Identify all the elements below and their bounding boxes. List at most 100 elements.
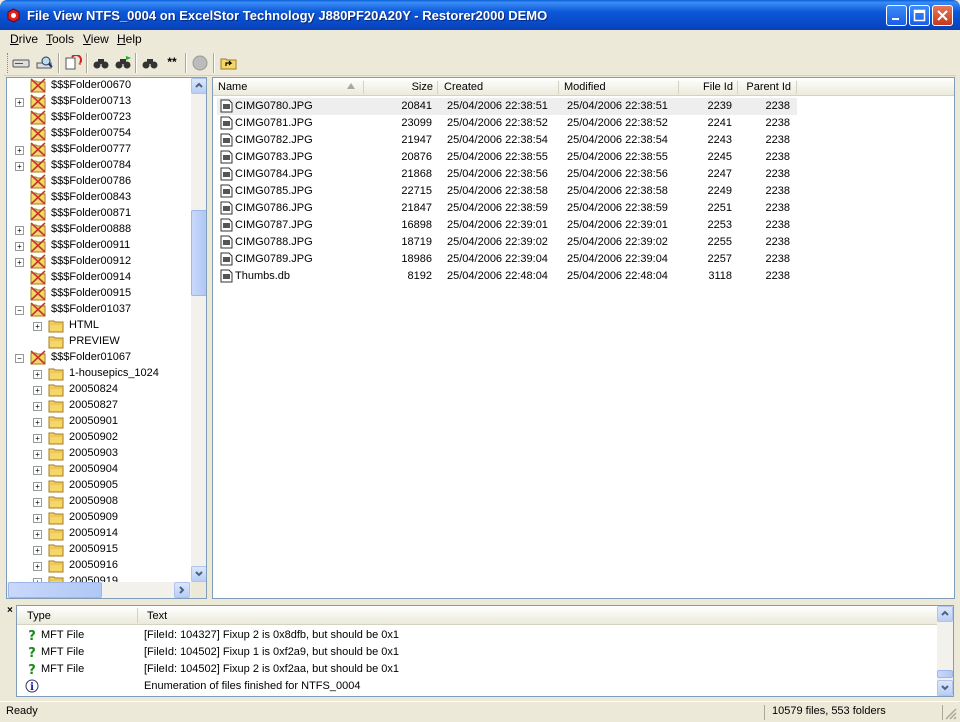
expand-icon[interactable]: + [33,322,42,331]
tree-item[interactable]: + HTML [7,318,191,334]
file-row[interactable]: CIMG0785.JPG 22715 25/04/2006 22:38:58 25/0… [217,183,797,200]
column-header-file-id[interactable]: File Id [693,81,733,93]
tree-hscroll-thumb[interactable] [8,582,102,598]
tree-item[interactable]: + $$$Folder00912 [7,254,191,270]
file-list[interactable]: Name Size Created Modified File Id Paren… [212,77,955,599]
tree-item[interactable]: − $$$Folder01037 [7,302,191,318]
expand-icon[interactable]: + [33,466,42,475]
log-vertical-scrollbar[interactable] [937,606,953,696]
tree-item[interactable]: $$$Folder00871 [7,206,191,222]
expand-icon[interactable]: + [33,498,42,507]
column-header-name[interactable]: Name [218,81,247,93]
tree-vertical-scrollbar[interactable] [191,78,206,582]
log-row[interactable]: ? MFT File [FileId: 104502] Fixup 1 is 0xf… [17,644,937,661]
expand-icon[interactable]: + [33,546,42,555]
tree-item[interactable]: $$$Folder00723 [7,110,191,126]
expand-icon[interactable]: + [33,434,42,443]
expand-icon[interactable]: + [33,514,42,523]
find-all-button[interactable] [139,53,161,73]
expand-icon[interactable]: + [33,370,42,379]
tree-item[interactable]: + $$$Folder00713 [7,94,191,110]
tree-scroll-right-button[interactable] [174,582,190,598]
file-row[interactable]: CIMG0786.JPG 21847 25/04/2006 22:38:59 25/0… [217,200,797,217]
expand-icon[interactable]: + [33,450,42,459]
expand-icon[interactable]: + [33,418,42,427]
log-list[interactable]: Type Text ? MFT File [FileId: 104327] Fixu… [16,605,954,697]
file-row[interactable]: CIMG0781.JPG 23099 25/04/2006 22:38:52 25/0… [217,115,797,132]
folder-tree[interactable]: $$$Folder00670 + $$$Folder00713 $$$Folder00… [6,77,207,599]
tree-item[interactable]: $$$Folder00754 [7,126,191,142]
tree-scroll-thumb[interactable] [191,210,206,296]
column-divider[interactable] [437,81,438,94]
find-next-button[interactable] [112,53,134,73]
menu-tools[interactable]: Tools [46,32,74,46]
tree-item[interactable]: + $$$Folder00911 [7,238,191,254]
minimize-button[interactable] [886,5,907,26]
column-divider[interactable] [137,608,138,623]
tree-item[interactable]: +20050915 [7,542,191,558]
file-row[interactable]: CIMG0783.JPG 20876 25/04/2006 22:38:55 25/0… [217,149,797,166]
tree-item[interactable]: +20050916 [7,558,191,574]
tree-item[interactable]: +20050914 [7,526,191,542]
file-row[interactable]: CIMG0789.JPG 18986 25/04/2006 22:39:04 25/0… [217,251,797,268]
column-header-created[interactable]: Created [444,81,483,93]
restore-button[interactable] [62,53,84,73]
file-row[interactable]: CIMG0784.JPG 21868 25/04/2006 22:38:56 25/0… [217,166,797,183]
up-folder-button[interactable] [218,53,240,73]
expand-icon[interactable]: + [15,146,24,155]
menu-view[interactable]: View [83,32,109,46]
log-scroll-up-button[interactable] [937,606,953,622]
expand-icon[interactable]: + [33,530,42,539]
tree-item[interactable]: + $$$Folder00784 [7,158,191,174]
tree-horizontal-scrollbar[interactable] [7,582,191,598]
tree-item[interactable]: $$$Folder00670 [7,78,191,94]
expand-icon[interactable]: + [15,258,24,267]
tree-item[interactable]: +20050904 [7,462,191,478]
column-divider[interactable] [737,81,738,94]
collapse-icon[interactable]: − [15,306,24,315]
file-row[interactable]: CIMG0788.JPG 18719 25/04/2006 22:39:02 25/0… [217,234,797,251]
tree-item[interactable]: $$$Folder00786 [7,174,191,190]
expand-icon[interactable]: + [15,226,24,235]
collapse-icon[interactable]: − [15,354,24,363]
column-header-modified[interactable]: Modified [564,81,606,93]
tree-item[interactable]: +20050824 [7,382,191,398]
tree-item[interactable]: +20050903 [7,446,191,462]
file-row[interactable]: CIMG0782.JPG 21947 25/04/2006 22:38:54 25/0… [217,132,797,149]
tree-scroll-up-button[interactable] [191,78,206,94]
tree-item[interactable]: +20050908 [7,494,191,510]
expand-icon[interactable]: + [33,386,42,395]
expand-icon[interactable]: + [15,98,24,107]
tree-item[interactable]: +20050905 [7,478,191,494]
tree-item[interactable]: $$$Folder00915 [7,286,191,302]
tree-item[interactable]: − $$$Folder01067 [7,350,191,366]
file-row[interactable]: CIMG0780.JPG 20841 25/04/2006 22:38:51 25/0… [217,98,797,115]
find-file-button[interactable]: ** [161,53,183,73]
log-row[interactable]: ? MFT File [FileId: 104502] Fixup 2 is 0xf… [17,661,937,678]
close-button[interactable] [932,5,953,26]
column-divider[interactable] [363,81,364,94]
resize-grip-icon[interactable] [945,708,957,720]
log-close-button[interactable]: × [7,605,13,616]
expand-icon[interactable]: + [33,562,42,571]
tree-item[interactable]: + $$$Folder00888 [7,222,191,238]
log-row[interactable]: ? MFT File [FileId: 104327] Fixup 2 is 0x8… [17,627,937,644]
stop-button[interactable] [189,53,211,73]
expand-icon[interactable]: + [15,242,24,251]
tree-item[interactable]: +20050909 [7,510,191,526]
column-divider[interactable] [796,81,797,94]
log-column-text[interactable]: Text [147,610,167,622]
expand-icon[interactable]: + [33,402,42,411]
log-scroll-thumb[interactable] [937,670,953,678]
title-bar[interactable]: File View NTFS_0004 on ExcelStor Technol… [0,0,960,30]
column-header-parent-id[interactable]: Parent Id [743,81,791,93]
tree-item[interactable]: + $$$Folder00777 [7,142,191,158]
drive-button[interactable] [10,53,32,73]
expand-icon[interactable]: + [33,482,42,491]
scan-button[interactable] [34,53,56,73]
tree-item[interactable]: PREVIEW [7,334,191,350]
tree-scroll-down-button[interactable] [191,566,206,582]
menu-drive[interactable]: Drive [10,32,38,46]
tree-item[interactable]: +20050827 [7,398,191,414]
tree-item[interactable]: +1-housepics_1024 [7,366,191,382]
